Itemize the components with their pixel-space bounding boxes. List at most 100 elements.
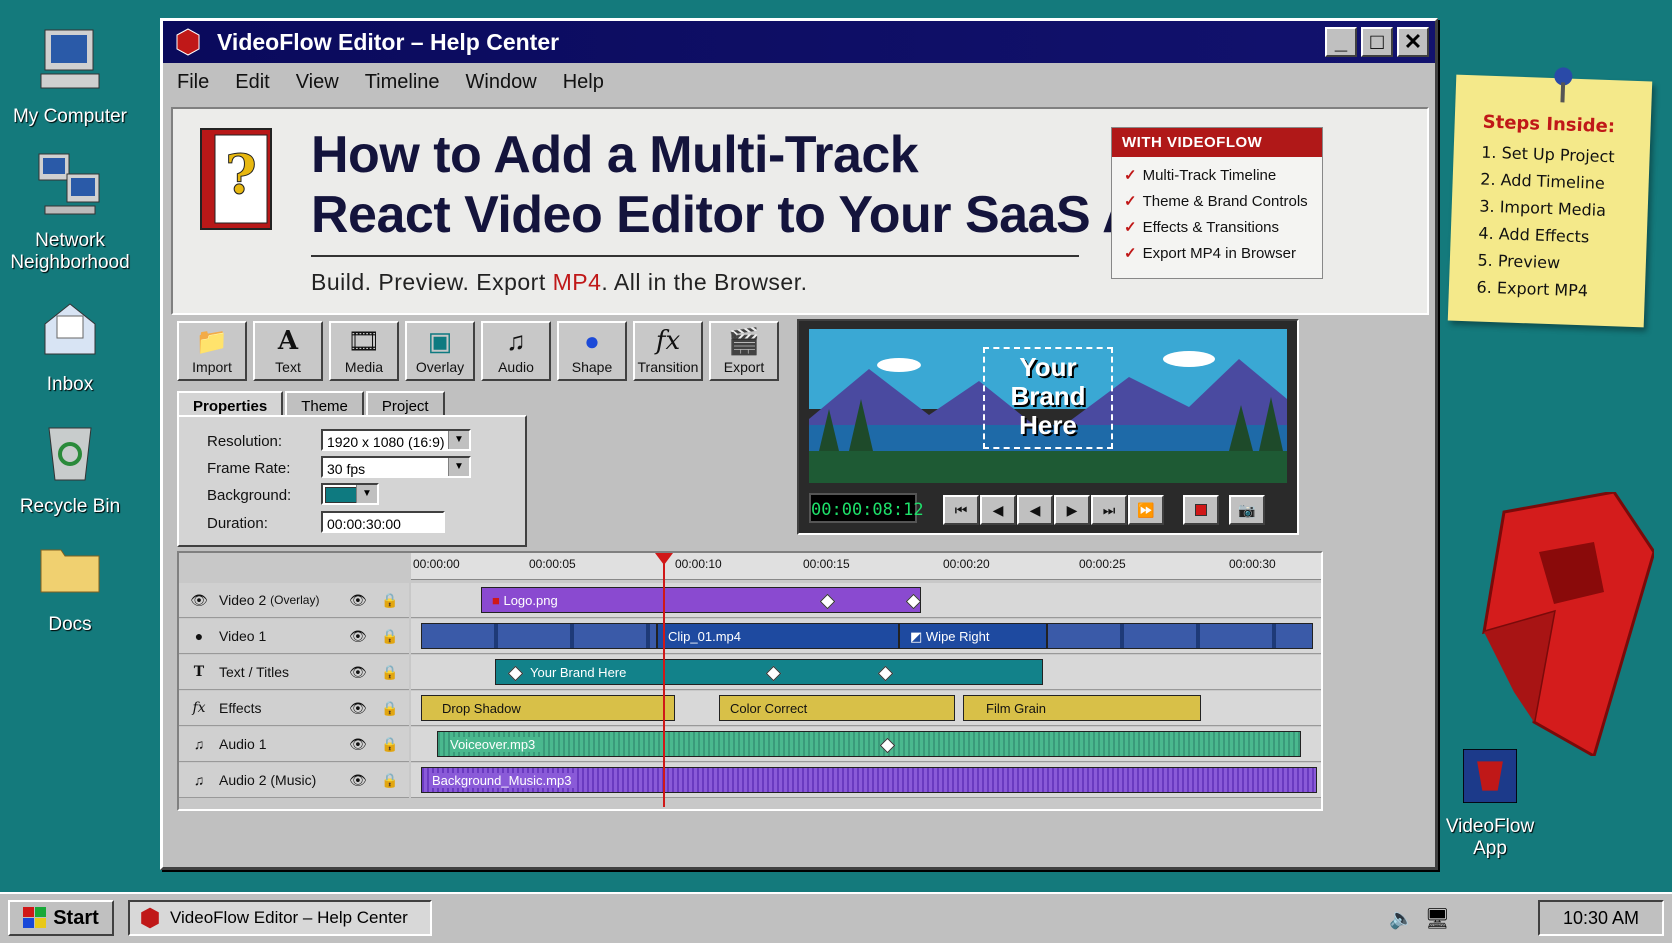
keyframe[interactable]	[905, 593, 920, 610]
steps-sticky-note: Steps Inside: Set Up Project Add Timelin…	[1447, 67, 1653, 328]
resolution-select[interactable]: 1920 x 1080 (16:9) ▼	[321, 429, 471, 451]
skip-end-button[interactable]: ⏭	[1091, 495, 1127, 525]
transition-button[interactable]: fx Transition	[633, 321, 703, 381]
close-button[interactable]: ✕	[1397, 27, 1429, 57]
clip-brand-text[interactable]: Your Brand Here	[495, 659, 1043, 685]
speaker-icon[interactable]: 🔈	[1389, 906, 1414, 931]
taskbar-window-button[interactable]: VideoFlow Editor – Help Center	[128, 900, 432, 936]
lock-icon[interactable]: 🔒	[381, 628, 398, 645]
desktop-icon-recycle-bin[interactable]: Recycle Bin	[0, 416, 140, 518]
track-name: Effects	[219, 700, 262, 716]
system-clock[interactable]: 10:30 AM	[1538, 900, 1664, 936]
export-button[interactable]: 🎬 Export	[709, 321, 779, 381]
track-lane-effects[interactable]: Drop Shadow Color Correct Film Grain	[411, 691, 1321, 726]
overlay-button[interactable]: ▣ Overlay	[405, 321, 475, 381]
feature-item: ✓ Effects & Transitions	[1124, 215, 1322, 241]
title-bar[interactable]: VideoFlow Editor – Help Center _ □ ✕	[163, 21, 1435, 63]
menu-edit[interactable]: Edit	[235, 71, 269, 94]
playhead[interactable]	[655, 553, 673, 807]
step-back-button[interactable]: ◀	[980, 495, 1016, 525]
maximize-button[interactable]: □	[1361, 27, 1393, 57]
clip-01[interactable]: Clip_01.mp4	[657, 623, 899, 649]
lock-icon[interactable]: 🔒	[381, 772, 398, 789]
duration-input[interactable]: 00:00:30:00	[321, 511, 445, 533]
desktop-icon-network[interactable]: Network Neighborhood	[0, 150, 140, 274]
desktop-icon-inbox[interactable]: Inbox	[0, 294, 140, 396]
ruler-tick: 00:00:15	[803, 557, 850, 571]
visibility-toggle-icon[interactable]: 👁	[349, 628, 367, 645]
effect-drop-shadow[interactable]: Drop Shadow	[421, 695, 675, 721]
start-button[interactable]: Start	[8, 900, 114, 936]
track-header-audio-1[interactable]: ♫ Audio 1 👁 🔒	[179, 727, 409, 762]
lock-icon[interactable]: 🔒	[381, 664, 398, 681]
keyframe[interactable]	[879, 737, 896, 754]
menu-window[interactable]: Window	[466, 71, 537, 94]
keyframe[interactable]	[507, 665, 524, 682]
effect-film-grain[interactable]: Film Grain	[963, 695, 1201, 721]
snapshot-button[interactable]: 📷	[1229, 495, 1265, 525]
rewind-button[interactable]: ◀	[1017, 495, 1053, 525]
chevron-down-icon[interactable]: ▼	[356, 485, 377, 503]
clip-label: Wipe Right	[925, 629, 990, 644]
properties-panel: Resolution: 1920 x 1080 (16:9) ▼ Frame Ra…	[177, 415, 527, 547]
menu-view[interactable]: View	[296, 71, 339, 94]
track-header-video-2[interactable]: 👁 Video 2 (Overlay) 👁 🔒	[179, 583, 409, 618]
text-button[interactable]: A Text	[253, 321, 323, 381]
track-lane-text[interactable]: Your Brand Here	[411, 655, 1321, 690]
play-button[interactable]: ▶	[1054, 495, 1090, 525]
track-lane-video-1[interactable]: Clip_01.mp4 ◩ Wipe Right	[411, 619, 1321, 654]
track-lane-video-2[interactable]: ■ Logo.png	[411, 583, 1321, 618]
visibility-toggle-icon[interactable]: 👁	[349, 736, 367, 753]
chevron-down-icon[interactable]: ▼	[448, 431, 469, 449]
track-lane-audio-1[interactable]: Voiceover.mp3	[411, 727, 1321, 762]
visibility-toggle-icon[interactable]: 👁	[349, 772, 367, 789]
clip-thumbnails[interactable]	[1047, 623, 1313, 649]
track-lane-audio-2[interactable]: Background_Music.mp3	[411, 763, 1321, 798]
framerate-select[interactable]: 30 fps ▼	[321, 456, 471, 478]
transition-wipe-right[interactable]: ◩ Wipe Right	[899, 623, 1047, 649]
minimize-button[interactable]: _	[1325, 27, 1357, 57]
media-button[interactable]: 🎞 Media	[329, 321, 399, 381]
menu-timeline[interactable]: Timeline	[365, 71, 440, 94]
audio-button[interactable]: ♫ Audio	[481, 321, 551, 381]
shape-button[interactable]: ● Shape	[557, 321, 627, 381]
clip-label: Logo.png	[503, 593, 558, 608]
windows-logo-icon	[23, 907, 47, 928]
track-header-effects[interactable]: fx Effects 👁 🔒	[179, 691, 409, 726]
clip-voiceover[interactable]: Voiceover.mp3	[437, 731, 1301, 757]
desktop-icon-label: Recycle Bin	[19, 496, 121, 517]
lock-icon[interactable]: 🔒	[381, 700, 398, 717]
visibility-toggle-icon[interactable]: 👁	[349, 664, 367, 681]
lock-icon[interactable]: 🔒	[381, 592, 398, 609]
timeline-ruler[interactable]: 00:00:00 00:00:05 00:00:10 00:00:15 00:0…	[411, 553, 1321, 580]
brand-text-overlay[interactable]: Your Brand Here	[983, 347, 1113, 449]
track-header-video-1[interactable]: ● Video 1 👁 🔒	[179, 619, 409, 654]
background-color-picker[interactable]: ▼	[321, 483, 379, 505]
desktop-icon-docs[interactable]: Docs	[0, 534, 140, 636]
effect-color-correct[interactable]: Color Correct	[719, 695, 955, 721]
clip-background-music[interactable]: Background_Music.mp3	[421, 767, 1317, 793]
keyframe[interactable]	[877, 665, 894, 682]
import-button[interactable]: 📁 Import	[177, 321, 247, 381]
window-title: VideoFlow Editor – Help Center	[217, 28, 560, 55]
chevron-down-icon[interactable]: ▼	[448, 458, 469, 476]
playhead-handle[interactable]	[655, 553, 673, 565]
visibility-toggle-icon[interactable]: 👁	[349, 700, 367, 717]
network-tray-icon[interactable]: 🖥	[1425, 906, 1450, 931]
keyframe[interactable]	[819, 593, 836, 610]
desktop-icon-videoflow[interactable]: VideoFlow App	[1420, 746, 1560, 860]
fast-forward-button[interactable]: ⏩	[1128, 495, 1164, 525]
menu-help[interactable]: Help	[563, 71, 604, 94]
menu-file[interactable]: File	[177, 71, 209, 94]
desktop-icon-my-computer[interactable]: My Computer	[0, 26, 140, 128]
feature-label: Theme & Brand Controls	[1142, 193, 1308, 210]
record-button[interactable]	[1183, 495, 1219, 525]
track-header-text[interactable]: T Text / Titles 👁 🔒	[179, 655, 409, 690]
keyframe[interactable]	[765, 665, 782, 682]
skip-start-button[interactable]: ⏮	[943, 495, 979, 525]
track-header-audio-2[interactable]: ♫ Audio 2 (Music) 👁 🔒	[179, 763, 409, 798]
visibility-toggle-icon[interactable]: 👁	[349, 592, 367, 609]
clip-logo[interactable]: ■ Logo.png	[481, 587, 921, 613]
lock-icon[interactable]: 🔒	[381, 736, 398, 753]
clip-thumbnails[interactable]	[421, 623, 657, 649]
